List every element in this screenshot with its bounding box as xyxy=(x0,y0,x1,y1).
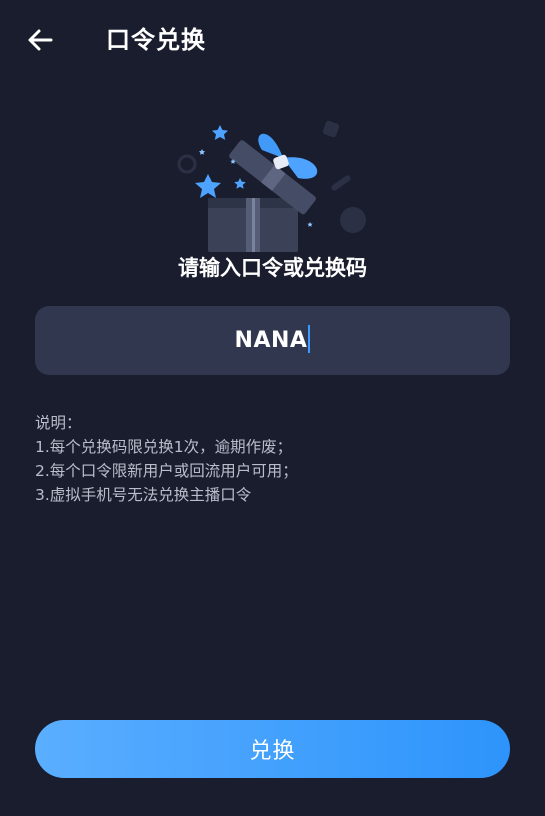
page-title: 口令兑换 xyxy=(106,26,206,54)
back-arrow-icon xyxy=(28,29,53,51)
redeem-button[interactable]: 兑换 xyxy=(35,720,510,778)
notes-item: 1.每个兑换码限兑换1次，逾期作废； xyxy=(35,438,293,456)
gift-box-icon xyxy=(177,120,366,252)
notes-heading: 说明： xyxy=(35,414,82,432)
prompt-label: 请输入口令或兑换码 xyxy=(178,256,367,280)
notes-item: 2.每个口令限新用户或回流用户可用； xyxy=(35,462,298,480)
header-bar: 口令兑换 xyxy=(0,0,545,80)
code-input-value: NANA xyxy=(234,327,308,353)
notes-item: 3.虚拟手机号无法兑换主播口令 xyxy=(35,486,252,504)
instructions-notes: 说明： 1.每个兑换码限兑换1次，逾期作废； 2.每个口令限新用户或回流用户可用… xyxy=(35,411,515,507)
gift-box-illustration xyxy=(170,112,380,257)
text-caret xyxy=(308,324,311,353)
code-input-field[interactable]: NANA xyxy=(35,306,510,375)
back-button[interactable] xyxy=(22,22,58,58)
